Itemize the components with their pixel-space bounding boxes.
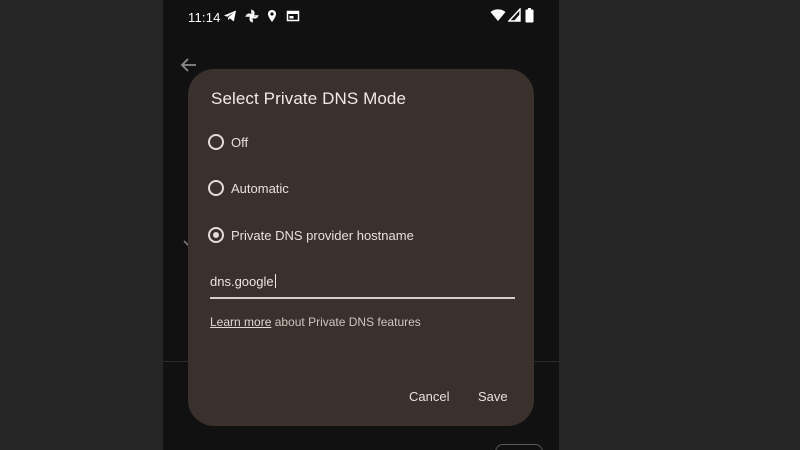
wifi-icon (490, 9, 506, 21)
phone-screen: 11:14 Select Private DNS Mode Off Automa… (163, 0, 559, 450)
radio-button-off[interactable] (208, 134, 224, 150)
cancel-button[interactable]: Cancel (409, 389, 449, 404)
radio-button-hostname[interactable] (208, 227, 224, 243)
learn-more-description: about Private DNS features (271, 315, 421, 329)
text-cursor (274, 274, 276, 288)
radio-label-automatic: Automatic (231, 180, 289, 196)
pinwheel-icon (245, 9, 259, 23)
save-button[interactable]: Save (478, 389, 508, 404)
battery-icon (525, 8, 534, 23)
hostname-value: dns.google (210, 274, 274, 289)
location-icon (268, 10, 276, 22)
radio-button-automatic[interactable] (208, 180, 224, 196)
learn-more-text: Learn more about Private DNS features (210, 315, 421, 329)
cell-signal-icon (508, 8, 521, 22)
radio-option-automatic[interactable]: Automatic (208, 176, 508, 200)
background-button (495, 444, 543, 450)
window-icon (286, 10, 300, 22)
back-arrow-icon[interactable] (178, 54, 200, 76)
learn-more-link[interactable]: Learn more (210, 315, 271, 329)
radio-option-hostname[interactable]: Private DNS provider hostname (208, 223, 508, 247)
telegram-icon (224, 10, 236, 22)
private-dns-dialog: Select Private DNS Mode Off Automatic Pr… (188, 69, 534, 426)
radio-label-hostname: Private DNS provider hostname (231, 227, 414, 243)
status-time: 11:14 (188, 10, 221, 25)
radio-label-off: Off (231, 134, 249, 150)
status-bar: 11:14 (163, 0, 559, 34)
dialog-title: Select Private DNS Mode (211, 89, 407, 108)
radio-option-off[interactable]: Off (208, 130, 508, 154)
hostname-input[interactable]: dns.google (210, 269, 515, 299)
